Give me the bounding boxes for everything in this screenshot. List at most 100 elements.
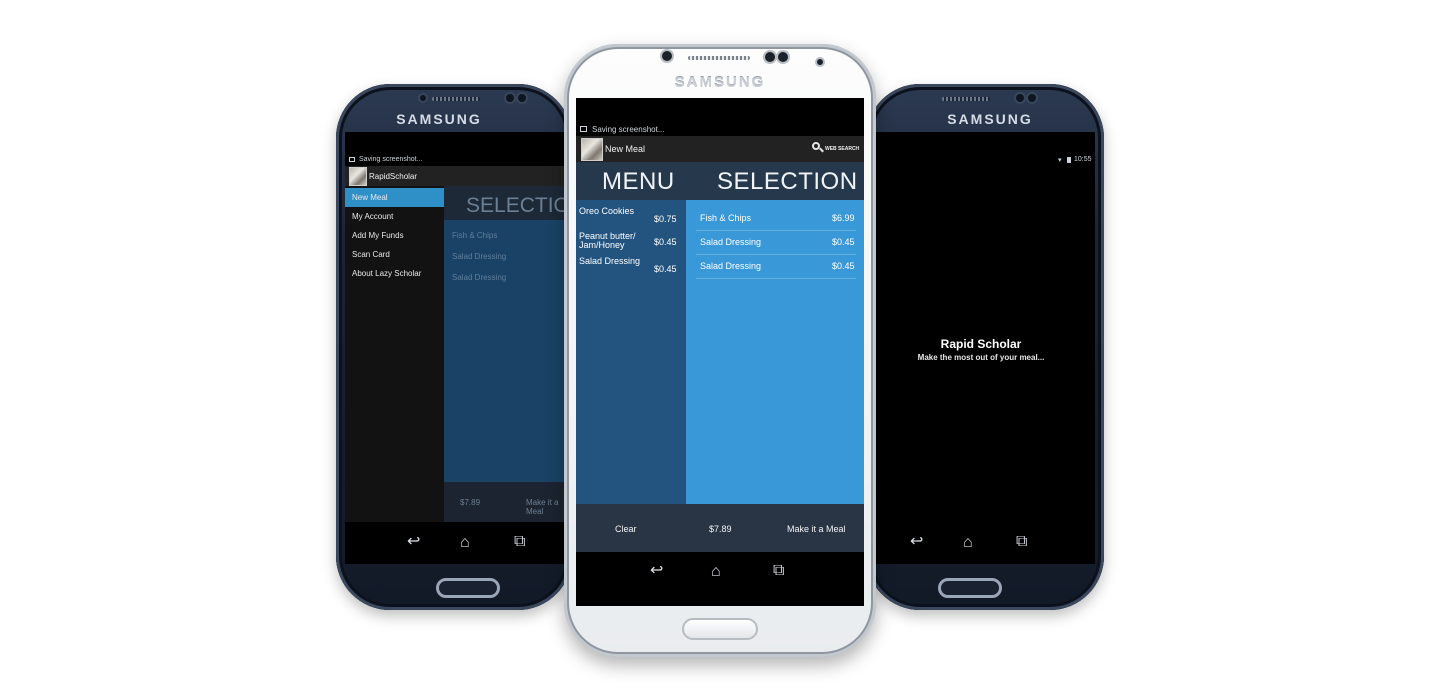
list-item: Salad Dressing — [452, 252, 507, 261]
menu-heading: MENU — [602, 168, 675, 195]
app-title: New Meal — [605, 144, 646, 154]
navigation-drawer: New Meal My Account Add My Funds Scan Ca… — [345, 186, 444, 522]
drawer-item-about[interactable]: About Lazy Scholar — [352, 269, 421, 278]
earpiece-speaker — [942, 97, 990, 101]
item-price: $6.99 — [832, 213, 855, 223]
sensor — [817, 59, 823, 65]
hardware-home-button[interactable] — [436, 578, 500, 598]
item-name: Salad Dressing — [579, 256, 641, 266]
sensor — [1028, 94, 1036, 102]
background-footer: $7.89 Make it a Meal — [444, 482, 572, 522]
menu-list: Oreo Cookies $0.75 Peanut butter/ Jam/Ho… — [576, 200, 686, 504]
sensor — [420, 95, 426, 101]
battery-icon — [1067, 157, 1071, 163]
front-camera — [506, 94, 514, 102]
brand-logo: SAMSUNG — [947, 111, 1033, 127]
brand-logo: SAMSUNG — [396, 111, 482, 127]
column-header-band: MENU SELECTION — [576, 162, 864, 200]
clear-button[interactable]: Clear — [615, 524, 637, 534]
sensor — [662, 51, 672, 61]
status-bar: Saving screenshot... — [345, 156, 572, 166]
clock: 10:55 — [1074, 156, 1092, 163]
sensor — [518, 94, 526, 102]
item-price: $0.45 — [654, 264, 677, 274]
hardware-home-button[interactable] — [938, 578, 1002, 598]
left-phone: SAMSUNG Saving screenshot... RapidSchola… — [336, 84, 572, 610]
drawer-item-scan-card[interactable]: Scan Card — [352, 250, 390, 259]
center-phone: SAMSUNG Saving screenshot... New Meal WE… — [564, 44, 876, 657]
item-price: $0.75 — [654, 214, 677, 224]
selection-heading: SELECTION — [717, 168, 858, 195]
selection-list: Fish & Chips $6.99 Salad Dressing $0.45 … — [686, 200, 864, 504]
item-price: $0.45 — [654, 237, 677, 247]
recent-apps-icon[interactable]: ⧉ — [514, 534, 525, 550]
earpiece-speaker — [432, 97, 480, 101]
system-navigation-bar: ↩ ⌂ ⧉ — [576, 552, 864, 606]
background-app-header: SELECTION — [444, 186, 572, 220]
item-name: Oreo Cookies — [579, 206, 635, 216]
list-item: Fish & Chips — [452, 231, 498, 240]
recent-apps-icon[interactable]: ⧉ — [773, 563, 784, 579]
action-bar: New Meal WEB SEARCH — [576, 136, 864, 162]
selection-item[interactable]: Salad Dressing $0.45 — [686, 232, 864, 256]
menu-item[interactable]: Oreo Cookies $0.75 — [576, 200, 686, 224]
drawer-item-new-meal[interactable]: New Meal — [352, 193, 388, 202]
background-selection-list: Fish & Chips Salad Dressing Salad Dressi… — [444, 220, 572, 482]
home-icon[interactable]: ⌂ — [963, 535, 973, 551]
menu-item[interactable]: Salad Dressing $0.45 — [576, 254, 686, 280]
total-label: $7.89 — [709, 524, 732, 534]
menu-item[interactable]: Peanut butter/ Jam/Honey $0.45 — [576, 227, 686, 253]
make-meal-button[interactable]: Make it a Meal — [787, 524, 846, 534]
home-icon[interactable]: ⌂ — [711, 564, 721, 580]
status-text: Saving screenshot... — [592, 125, 665, 134]
item-price: $0.45 — [832, 261, 855, 271]
drawer-item-my-account[interactable]: My Account — [352, 212, 393, 221]
item-name: Salad Dressing — [700, 261, 762, 271]
order-footer: Clear $7.89 Make it a Meal — [576, 504, 864, 552]
status-bar: ▾ 10:55 — [866, 156, 1095, 166]
back-icon[interactable]: ↩ — [407, 534, 420, 550]
status-text: Saving screenshot... — [359, 156, 423, 163]
center-screen: Saving screenshot... New Meal WEB SEARCH… — [576, 98, 864, 606]
item-price: $0.45 — [832, 237, 855, 247]
item-name: Salad Dressing — [700, 237, 762, 247]
back-icon[interactable]: ↩ — [650, 563, 663, 579]
splash-subtitle: Make the most out of your meal... — [917, 353, 1045, 362]
brand-logo: SAMSUNG — [674, 74, 766, 91]
wifi-icon: ▾ — [1058, 157, 1062, 164]
list-item: Salad Dressing — [452, 273, 507, 282]
drawer-item-add-funds[interactable]: Add My Funds — [352, 231, 404, 240]
app-title: RapidScholar — [369, 172, 418, 181]
action-bar: RapidScholar — [345, 166, 572, 186]
web-search-button[interactable]: WEB SEARCH — [825, 146, 859, 152]
search-icon-handle — [819, 147, 824, 153]
row-divider — [696, 278, 856, 279]
selection-heading: SELECTION — [466, 194, 572, 217]
front-camera — [765, 52, 775, 62]
selection-item[interactable]: Fish & Chips $6.99 — [686, 208, 864, 232]
earpiece-speaker — [688, 56, 750, 60]
left-screen: Saving screenshot... RapidScholar SELECT… — [345, 132, 572, 564]
sensor — [778, 52, 788, 62]
hardware-home-button[interactable] — [682, 618, 758, 640]
right-screen: ▾ 10:55 Rapid Scholar Make the most out … — [866, 132, 1095, 564]
row-divider — [696, 230, 856, 231]
selection-item[interactable]: Salad Dressing $0.45 — [686, 256, 864, 280]
home-icon[interactable]: ⌂ — [460, 535, 470, 551]
status-bar: Saving screenshot... — [576, 124, 864, 136]
row-divider — [696, 254, 856, 255]
front-camera — [1016, 94, 1024, 102]
app-avatar[interactable] — [581, 138, 603, 161]
screenshot-icon — [580, 126, 587, 132]
right-phone: SAMSUNG ▾ 10:55 Rapid Scholar Make the m… — [866, 84, 1104, 610]
splash-title: Rapid Scholar — [940, 337, 1022, 351]
item-name: Fish & Chips — [700, 213, 752, 223]
total-label: $7.89 — [460, 498, 481, 507]
system-navigation-bar: ↩ ⌂ ⧉ — [866, 522, 1095, 564]
app-avatar[interactable] — [349, 167, 367, 186]
recent-apps-icon[interactable]: ⧉ — [1016, 534, 1027, 550]
system-navigation-bar: ↩ ⌂ ⧉ — [345, 522, 572, 564]
back-icon[interactable]: ↩ — [910, 534, 923, 550]
screenshot-icon — [349, 157, 355, 162]
item-name-line2: Jam/Honey — [579, 240, 625, 250]
